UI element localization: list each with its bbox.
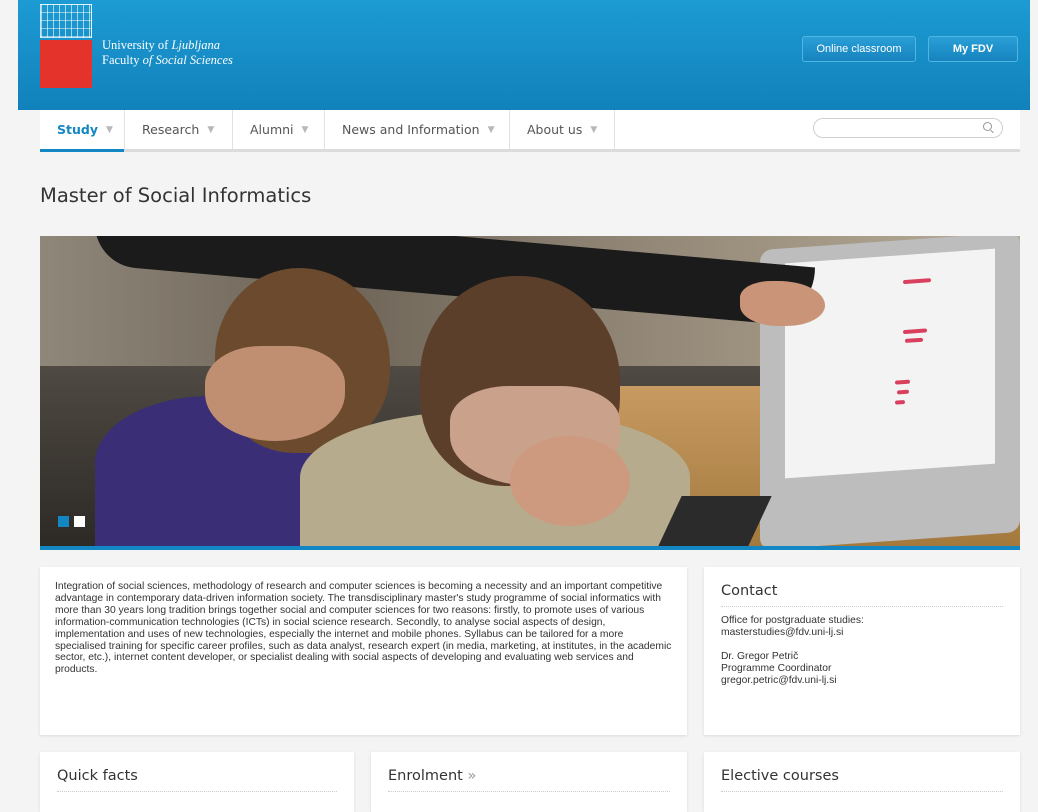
chevron-down-icon: ▼ xyxy=(105,124,113,135)
elective-courses-card: Elective courses xyxy=(704,752,1020,812)
search-icon[interactable] xyxy=(983,122,992,131)
my-fdv-button[interactable]: My FDV xyxy=(928,36,1018,62)
nav-item-news-and-information[interactable]: News and Information ▼ xyxy=(325,110,510,149)
nav-item-research[interactable]: Research ▼ xyxy=(125,110,233,149)
faculty-logo-block[interactable] xyxy=(40,40,92,88)
nav-label: Research xyxy=(142,122,200,137)
nav-label: Alumni xyxy=(250,122,294,137)
university-name-prefix: University of xyxy=(102,38,172,52)
arrow-right-icon: » xyxy=(467,768,477,784)
university-name: Ljubljana xyxy=(171,38,221,52)
hero-accent-bar xyxy=(40,546,1020,550)
photo-monitor-screen xyxy=(785,248,995,479)
page-title: Master of Social Informatics xyxy=(40,184,312,207)
nav-item-about-us[interactable]: About us ▼ xyxy=(510,110,615,149)
nav-label: Study xyxy=(57,122,98,137)
elective-courses-title: Elective courses xyxy=(721,768,1003,792)
chevron-down-icon: ▼ xyxy=(207,124,215,135)
nav-label: About us xyxy=(527,122,583,137)
nav-label: News and Information xyxy=(342,122,480,137)
nav-item-alumni[interactable]: Alumni ▼ xyxy=(233,110,325,149)
search-input[interactable] xyxy=(824,121,978,137)
search-box xyxy=(813,118,1003,138)
main-navigation: Study ▼ Research ▼ Alumni ▼ News and Inform… xyxy=(40,110,1020,152)
faculty-name: of Social Sciences xyxy=(142,53,233,67)
office-email-link[interactable]: masterstudies@fdv.uni-lj.si xyxy=(721,627,1003,639)
slider-pagination xyxy=(58,516,85,527)
slider-dot-1[interactable] xyxy=(58,516,69,527)
nav-item-study[interactable]: Study ▼ xyxy=(40,110,125,152)
coordinator-role: Programme Coordinator xyxy=(721,662,832,674)
chevron-down-icon: ▼ xyxy=(301,124,309,135)
enrolment-label: Enrolment xyxy=(388,768,463,784)
online-classroom-button[interactable]: Online classroom xyxy=(802,36,916,62)
institution-name[interactable]: University of Ljubljana Faculty of Socia… xyxy=(102,38,233,68)
photo-pointing-hand xyxy=(740,281,825,326)
contact-card: Contact Office for postgraduate studies:… xyxy=(704,567,1020,735)
programme-description-card: Integration of social sciences, methodol… xyxy=(40,567,687,735)
coordinator-email-link[interactable]: gregor.petric@fdv.uni-lj.si xyxy=(721,675,1003,687)
photo-hand xyxy=(510,436,630,526)
quick-facts-title: Quick facts xyxy=(57,768,337,792)
hero-slider-image[interactable] xyxy=(40,236,1020,546)
site-header: University of Ljubljana Faculty of Socia… xyxy=(18,0,1030,110)
chevron-down-icon: ▼ xyxy=(487,124,495,135)
university-emblem-icon[interactable] xyxy=(40,4,92,38)
programme-description: Integration of social sciences, methodol… xyxy=(55,581,672,676)
coordinator-name: Dr. Gregor Petrič xyxy=(721,650,799,662)
enrolment-title[interactable]: Enrolment » xyxy=(388,768,670,792)
faculty-name-prefix: Faculty xyxy=(102,53,143,67)
quick-facts-card: Quick facts xyxy=(40,752,354,812)
enrolment-card[interactable]: Enrolment » xyxy=(371,752,687,812)
contact-title: Contact xyxy=(721,583,1003,607)
slider-dot-2[interactable] xyxy=(74,516,85,527)
chevron-down-icon: ▼ xyxy=(590,124,598,135)
office-label: Office for postgraduate studies: xyxy=(721,615,864,626)
photo-face-left xyxy=(205,346,345,441)
